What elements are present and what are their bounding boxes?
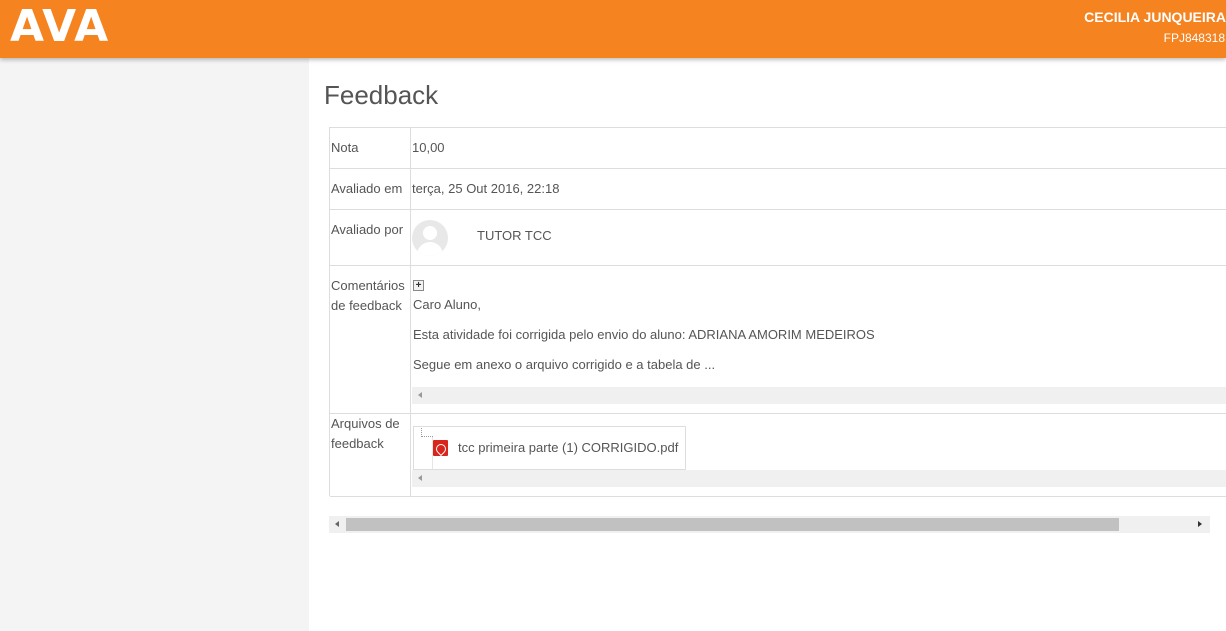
comments-label: Comentários de feedback — [330, 266, 411, 413]
grader-name: TUTOR TCC — [477, 228, 552, 243]
user-id: FPJ848318 — [1163, 31, 1225, 45]
grade-value: 10,00 — [412, 140, 445, 155]
graded-on-label: Avaliado em — [330, 169, 411, 209]
avatar-head — [423, 226, 437, 240]
comments-cell: + Caro Aluno, Esta atividade foi corrigi… — [412, 266, 1226, 413]
top-header: AVA CECILIA JUNQUEIRA FPJ848318 — [0, 0, 1226, 58]
graded-on-value: terça, 25 Out 2016, 22:18 — [412, 181, 560, 196]
scrollbar-thumb[interactable] — [346, 518, 1119, 531]
comment-line: Segue em anexo o arquivo corrigido e a t… — [413, 357, 716, 372]
comments-scrollbar[interactable] — [412, 387, 1226, 404]
scroll-right-arrow-icon[interactable] — [1198, 521, 1202, 527]
grade-row: Nota 10,00 — [330, 128, 1226, 169]
ava-logo[interactable]: AVA — [10, 3, 109, 51]
scroll-left-arrow-icon[interactable] — [418, 475, 422, 481]
scroll-left-arrow-icon[interactable] — [418, 392, 422, 398]
avatar-body — [417, 242, 443, 256]
file-tree: tcc primeira parte (1) CORRIGIDO.pdf — [413, 426, 686, 470]
tree-line — [421, 428, 433, 437]
comment-line: Esta atividade foi corrigida pelo envio … — [413, 327, 875, 342]
grade-label: Nota — [330, 128, 411, 168]
left-sidebar — [0, 58, 309, 631]
files-scrollbar[interactable] — [412, 470, 1226, 487]
graded-by-label: Avaliado por — [330, 210, 411, 265]
pdf-icon — [433, 440, 448, 456]
user-name[interactable]: CECILIA JUNQUEIRA — [1084, 9, 1226, 25]
page-title: Feedback — [324, 80, 439, 110]
avatar — [412, 220, 448, 256]
graded-on-row: Avaliado em terça, 25 Out 2016, 22:18 — [330, 169, 1226, 210]
comment-line: Caro Aluno, — [413, 297, 481, 312]
graded-by-cell: TUTOR TCC — [412, 210, 1226, 265]
file-link[interactable]: tcc primeira parte (1) CORRIGIDO.pdf — [458, 438, 678, 458]
main-horizontal-scrollbar[interactable] — [329, 516, 1210, 533]
graded-by-row: Avaliado por TUTOR TCC — [330, 210, 1226, 266]
files-row: Arquivos de feedback tcc primeira parte … — [330, 414, 1226, 497]
feedback-table: Nota 10,00 Avaliado em terça, 25 Out 201… — [329, 127, 1226, 497]
files-label: Arquivos de feedback — [330, 414, 411, 496]
files-cell: tcc primeira parte (1) CORRIGIDO.pdf — [412, 414, 1226, 496]
expand-icon[interactable]: + — [413, 280, 424, 291]
scroll-left-arrow-icon[interactable] — [335, 521, 339, 527]
comments-row: Comentários de feedback + Caro Aluno, Es… — [330, 266, 1226, 414]
